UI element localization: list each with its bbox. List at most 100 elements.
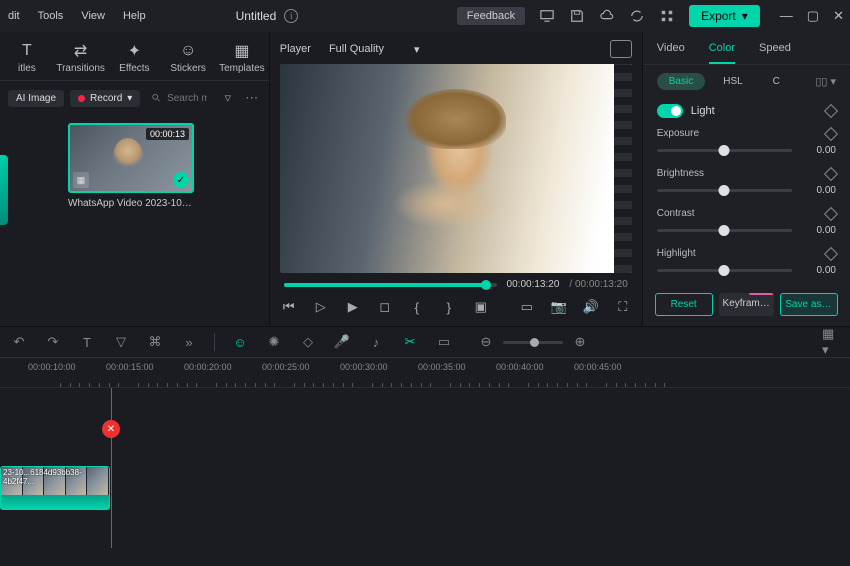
keyframe-icon[interactable] <box>824 104 838 118</box>
ai-image-button[interactable]: AI Image <box>8 90 64 107</box>
menu-tools[interactable]: Tools <box>38 10 64 22</box>
reset-button[interactable]: Reset <box>655 293 713 316</box>
music-icon[interactable]: ♪ <box>367 333 385 351</box>
record-button[interactable]: Record▾ <box>70 90 140 107</box>
expand-icon[interactable]: » <box>180 333 198 351</box>
text-tool-icon[interactable]: T <box>78 333 96 351</box>
timeline-clip[interactable]: 23-10...6184d93bb38-4b2f47... <box>0 466 110 510</box>
caption-icon[interactable]: ▭ <box>435 333 453 351</box>
media-type-icon: ▦ <box>73 172 89 188</box>
brightness-slider[interactable] <box>657 189 792 192</box>
marker-icon[interactable]: ▽ <box>112 333 130 351</box>
compare-icon[interactable]: ▯▯ ▾ <box>815 75 836 88</box>
feedback-button[interactable]: Feedback <box>457 7 525 25</box>
crop-icon[interactable]: ▣ <box>472 298 490 316</box>
preview-panel: Player Full Quality▾ 00:00:13:20 / 00:00… <box>269 32 642 326</box>
shield-icon[interactable]: ◇ <box>299 333 317 351</box>
template-card[interactable] <box>0 155 8 225</box>
more-icon[interactable]: ⋯ <box>243 89 261 107</box>
tab-effects[interactable]: ✦Effects <box>108 38 162 80</box>
zoom-slider[interactable] <box>503 341 563 344</box>
keyframe-path-button[interactable]: Keyframe P...BETA <box>719 293 775 316</box>
display-icon[interactable]: ▭ <box>518 298 536 316</box>
quality-selector[interactable]: Full Quality▾ <box>329 43 420 56</box>
link-icon[interactable]: ⌘ <box>146 333 164 351</box>
grid-icon[interactable] <box>659 8 675 24</box>
highlight-slider[interactable] <box>657 269 792 272</box>
playhead[interactable]: ✕ <box>111 388 112 548</box>
filter-icon[interactable]: ▿ <box>219 89 237 107</box>
tab-transitions[interactable]: ⇄Transitions <box>54 38 108 80</box>
keyframe-icon[interactable] <box>824 126 838 140</box>
playhead-marker-icon: ✕ <box>102 420 120 438</box>
export-button[interactable]: Export▾ <box>689 5 760 27</box>
timeline-ruler[interactable]: 00:00:10:0000:00:15:0000:00:20:0000:00:2… <box>0 358 850 388</box>
light-toggle[interactable] <box>657 104 683 118</box>
menu-edit[interactable]: dit <box>8 10 20 22</box>
media-filename: WhatsApp Video 2023-10-05... <box>68 198 194 209</box>
timeline-tracks[interactable]: 23-10...6184d93bb38-4b2f47... ✕ <box>0 388 850 548</box>
snapshot-icon[interactable] <box>610 40 632 58</box>
chevron-down-icon: ▾ <box>742 9 748 23</box>
mark-in-button[interactable]: { <box>408 298 426 316</box>
prop-label: Exposure <box>657 128 699 139</box>
prop-highlight: Highlight 0.00 <box>643 244 850 283</box>
media-item[interactable]: 00:00:13 ▦ ✓ WhatsApp Video 2023-10-05..… <box>68 123 194 209</box>
play-button[interactable]: ▶ <box>344 298 362 316</box>
zoom-out-button[interactable]: ⊖ <box>477 333 495 351</box>
prop-label: Contrast <box>657 208 695 219</box>
effects-icon: ✦ <box>124 42 144 60</box>
titles-icon: T <box>17 42 37 60</box>
preview-video[interactable] <box>280 64 632 273</box>
smiley-icon[interactable]: ☺ <box>231 333 249 351</box>
keyframe-icon[interactable] <box>824 166 838 180</box>
layout-icon[interactable]: ▦ ▾ <box>822 333 840 351</box>
mic-icon[interactable]: 🎤 <box>333 333 351 351</box>
tab-color[interactable]: Color <box>709 42 735 64</box>
playback-slider[interactable] <box>284 283 497 287</box>
close-button[interactable]: ✕ <box>833 8 844 24</box>
tab-titles[interactable]: Titles <box>0 38 54 80</box>
tab-video[interactable]: Video <box>657 42 685 64</box>
monitor-icon[interactable] <box>539 8 555 24</box>
current-time: 00:00:13:20 <box>507 279 560 290</box>
tab-stickers[interactable]: ☺Stickers <box>161 38 215 80</box>
minimize-button[interactable]: — <box>780 8 793 24</box>
mark-out-button[interactable]: } <box>440 298 458 316</box>
fullscreen-icon[interactable]: ⛶ <box>614 298 632 316</box>
info-icon[interactable]: i <box>284 9 298 23</box>
maximize-button[interactable]: ▢ <box>807 8 819 24</box>
exposure-slider[interactable] <box>657 149 792 152</box>
stickers-icon: ☺ <box>178 42 198 60</box>
split-icon[interactable]: ✂ <box>401 333 419 351</box>
camera-icon[interactable]: 📷 <box>550 298 568 316</box>
tab-speed[interactable]: Speed <box>759 42 791 64</box>
ruler-tick: 00:00:35:00 <box>418 362 466 372</box>
stop-button[interactable]: ◻ <box>376 298 394 316</box>
search-input[interactable] <box>146 89 212 107</box>
subtab-curves[interactable]: C <box>761 73 792 90</box>
cloud-icon[interactable] <box>599 8 615 24</box>
menu-bar: dit Tools View Help Untitled i Feedback … <box>0 0 850 32</box>
prev-frame-button[interactable]: ⏮ <box>280 298 298 316</box>
contrast-slider[interactable] <box>657 229 792 232</box>
brightness-value: 0.00 <box>802 185 836 196</box>
keyframe-icon[interactable] <box>824 206 838 220</box>
undo-icon[interactable]: ↶ <box>10 333 28 351</box>
clip-label: 23-10...6184d93bb38-4b2f47... <box>3 468 109 486</box>
subtab-basic[interactable]: Basic <box>657 73 705 90</box>
save-icon[interactable] <box>569 8 585 24</box>
redo-icon[interactable]: ↷ <box>44 333 62 351</box>
keyframe-icon[interactable] <box>824 246 838 260</box>
adjust-icon[interactable]: ✺ <box>265 333 283 351</box>
menu-view[interactable]: View <box>81 10 105 22</box>
save-custom-button[interactable]: Save as cu... <box>780 293 838 316</box>
step-back-button[interactable]: ▷ <box>312 298 330 316</box>
tab-templates[interactable]: ▦Templates <box>215 38 269 80</box>
subtab-hsl[interactable]: HSL <box>711 73 754 90</box>
prop-label: Highlight <box>657 248 696 259</box>
volume-icon[interactable]: 🔊 <box>582 298 600 316</box>
zoom-in-button[interactable]: ⊕ <box>571 333 589 351</box>
menu-help[interactable]: Help <box>123 10 146 22</box>
refresh-icon[interactable] <box>629 8 645 24</box>
